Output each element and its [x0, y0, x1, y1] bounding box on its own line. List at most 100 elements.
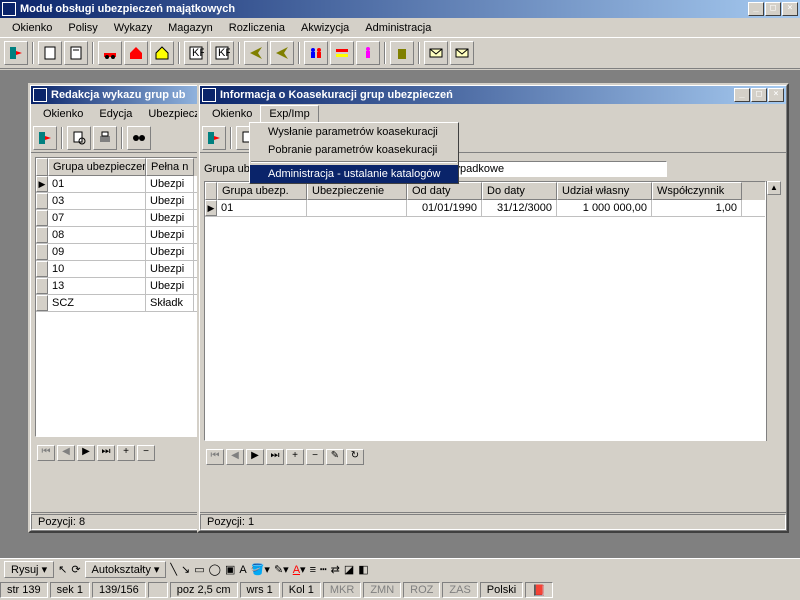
col-od-daty[interactable]: Od daty: [407, 182, 482, 200]
envelope-icon[interactable]: [424, 41, 448, 65]
menu-polisy[interactable]: Polisy: [60, 20, 105, 36]
fill-color-icon[interactable]: 🪣▾: [251, 563, 270, 576]
nav-del[interactable]: −: [137, 445, 155, 461]
table-row[interactable]: 07Ubezpi: [36, 210, 220, 227]
minimize-button[interactable]: _: [748, 2, 764, 16]
win1-titlebar[interactable]: Redakcja wykazu grup ub: [31, 86, 225, 104]
table-row[interactable]: ▶ 01 01/01/1990 31/12/3000 1 000 000,00 …: [205, 200, 765, 217]
binoculars-icon[interactable]: [127, 126, 151, 150]
table-row[interactable]: SCZSkładk: [36, 295, 220, 312]
nav-prev[interactable]: ◀: [57, 445, 75, 461]
document2-icon[interactable]: [64, 41, 88, 65]
house-icon[interactable]: [150, 41, 174, 65]
table-row[interactable]: 10Ubezpi: [36, 261, 220, 278]
rysuj-button[interactable]: Rysuj ▾: [4, 561, 54, 578]
oval-icon[interactable]: ◯: [209, 563, 221, 576]
wordart-icon[interactable]: A: [239, 564, 246, 576]
nav-edit[interactable]: ✎: [326, 449, 344, 465]
document-icon[interactable]: [38, 41, 62, 65]
send-icon[interactable]: [244, 41, 268, 65]
col-grupa-ubezp[interactable]: Grupa ubezp.: [217, 182, 307, 200]
vertical-scrollbar[interactable]: ▲: [766, 181, 782, 441]
col-wspolczynnik[interactable]: Współczynnik: [652, 182, 742, 200]
line-color-icon[interactable]: ✎▾: [274, 563, 289, 576]
win2-titlebar[interactable]: Informacja o Koasekuracji grup ubezpiecz…: [200, 86, 786, 104]
dropdown-pobranie[interactable]: Pobranie parametrów koasekuracji: [250, 141, 458, 159]
line-style-icon[interactable]: ≡: [310, 564, 316, 576]
rotate-icon[interactable]: ⟳: [71, 563, 80, 576]
menu-okienko[interactable]: Okienko: [4, 20, 60, 36]
shadow-icon[interactable]: ◪: [344, 563, 354, 576]
table-row[interactable]: 13Ubezpi: [36, 278, 220, 295]
people-icon[interactable]: [304, 41, 328, 65]
scroll-up-icon[interactable]: ▲: [767, 181, 781, 195]
textbox-icon[interactable]: ▣: [225, 563, 235, 576]
car-icon[interactable]: [98, 41, 122, 65]
win1-menu-edycja[interactable]: Edycja: [91, 106, 140, 122]
person-icon[interactable]: [356, 41, 380, 65]
close-button[interactable]: ×: [782, 2, 798, 16]
menu-wykazy[interactable]: Wykazy: [106, 20, 160, 36]
cars-icon[interactable]: [330, 41, 354, 65]
table-row[interactable]: 03Ubezpi: [36, 193, 220, 210]
win2-navigator: ⏮ ◀ ▶ ⏭ + − ✎ ↻: [204, 447, 782, 467]
win1-grid[interactable]: Grupa ubezpieczeń Pełna n ▶01Ubezpi03Ube…: [35, 157, 221, 437]
line-icon[interactable]: ╲: [170, 563, 177, 576]
main-titlebar: Moduł obsługi ubezpieczeń majątkowych _ …: [0, 0, 800, 18]
win2-minimize[interactable]: _: [734, 88, 750, 102]
menu-administracja[interactable]: Administracja: [357, 20, 439, 36]
menu-rozliczenia[interactable]: Rozliczenia: [221, 20, 293, 36]
nav-last[interactable]: ⏭: [266, 449, 284, 465]
font-color-icon[interactable]: A▾: [293, 563, 306, 576]
status-book-icon[interactable]: 📕: [525, 582, 553, 598]
col-pelna[interactable]: Pełna n: [146, 158, 194, 176]
win2-menu-expimp[interactable]: Exp/Imp: [260, 105, 318, 123]
nav-refresh[interactable]: ↻: [346, 449, 364, 465]
nav-last[interactable]: ⏭: [97, 445, 115, 461]
arrow-icon[interactable]: ↘: [181, 563, 190, 576]
win2-maximize[interactable]: □: [751, 88, 767, 102]
send2-icon[interactable]: [270, 41, 294, 65]
win2-close[interactable]: ×: [768, 88, 784, 102]
nav-del[interactable]: −: [306, 449, 324, 465]
dash-style-icon[interactable]: ┅: [320, 563, 327, 576]
nav-next[interactable]: ▶: [77, 445, 95, 461]
3d-icon[interactable]: ◧: [358, 563, 368, 576]
exit-icon[interactable]: [33, 126, 57, 150]
house-red-icon[interactable]: [124, 41, 148, 65]
kp-icon[interactable]: KP: [184, 41, 208, 65]
menu-akwizycja[interactable]: Akwizycja: [293, 20, 357, 36]
dropdown-wyslanie[interactable]: Wysłanie parametrów koasekuracji: [250, 123, 458, 141]
win2-menu-okienko[interactable]: Okienko: [204, 106, 260, 122]
svg-text:KP: KP: [218, 47, 230, 59]
preview-icon[interactable]: [67, 126, 91, 150]
arrow-style-icon[interactable]: ⇄: [331, 563, 340, 576]
col-do-daty[interactable]: Do daty: [482, 182, 557, 200]
win1-menu-okienko[interactable]: Okienko: [35, 106, 91, 122]
kp2-icon[interactable]: KP: [210, 41, 234, 65]
table-row[interactable]: ▶01Ubezpi: [36, 176, 220, 193]
autoksztalty-button[interactable]: Autokształty ▾: [85, 561, 167, 578]
nav-first[interactable]: ⏮: [206, 449, 224, 465]
exit-icon[interactable]: [202, 126, 226, 150]
exit-icon[interactable]: [4, 41, 28, 65]
col-ubezpieczenie[interactable]: Ubezpieczenie: [307, 182, 407, 200]
maximize-button[interactable]: □: [765, 2, 781, 16]
table-row[interactable]: 08Ubezpi: [36, 227, 220, 244]
col-grupa[interactable]: Grupa ubezpieczeń: [48, 158, 146, 176]
print-icon[interactable]: [93, 126, 117, 150]
nav-prev[interactable]: ◀: [226, 449, 244, 465]
col-udzial[interactable]: Udział własny: [557, 182, 652, 200]
rect-icon[interactable]: ▭: [194, 563, 204, 576]
nav-add[interactable]: +: [117, 445, 135, 461]
win2-grid[interactable]: Grupa ubezp. Ubezpieczenie Od daty Do da…: [204, 181, 766, 441]
table-row[interactable]: 09Ubezpi: [36, 244, 220, 261]
building-icon[interactable]: [390, 41, 414, 65]
nav-next[interactable]: ▶: [246, 449, 264, 465]
envelope2-icon[interactable]: [450, 41, 474, 65]
menu-magazyn[interactable]: Magazyn: [160, 20, 221, 36]
dropdown-administracja[interactable]: Administracja - ustalanie katalogów: [250, 165, 458, 183]
nav-add[interactable]: +: [286, 449, 304, 465]
pointer-icon[interactable]: ↖: [58, 563, 67, 576]
nav-first[interactable]: ⏮: [37, 445, 55, 461]
